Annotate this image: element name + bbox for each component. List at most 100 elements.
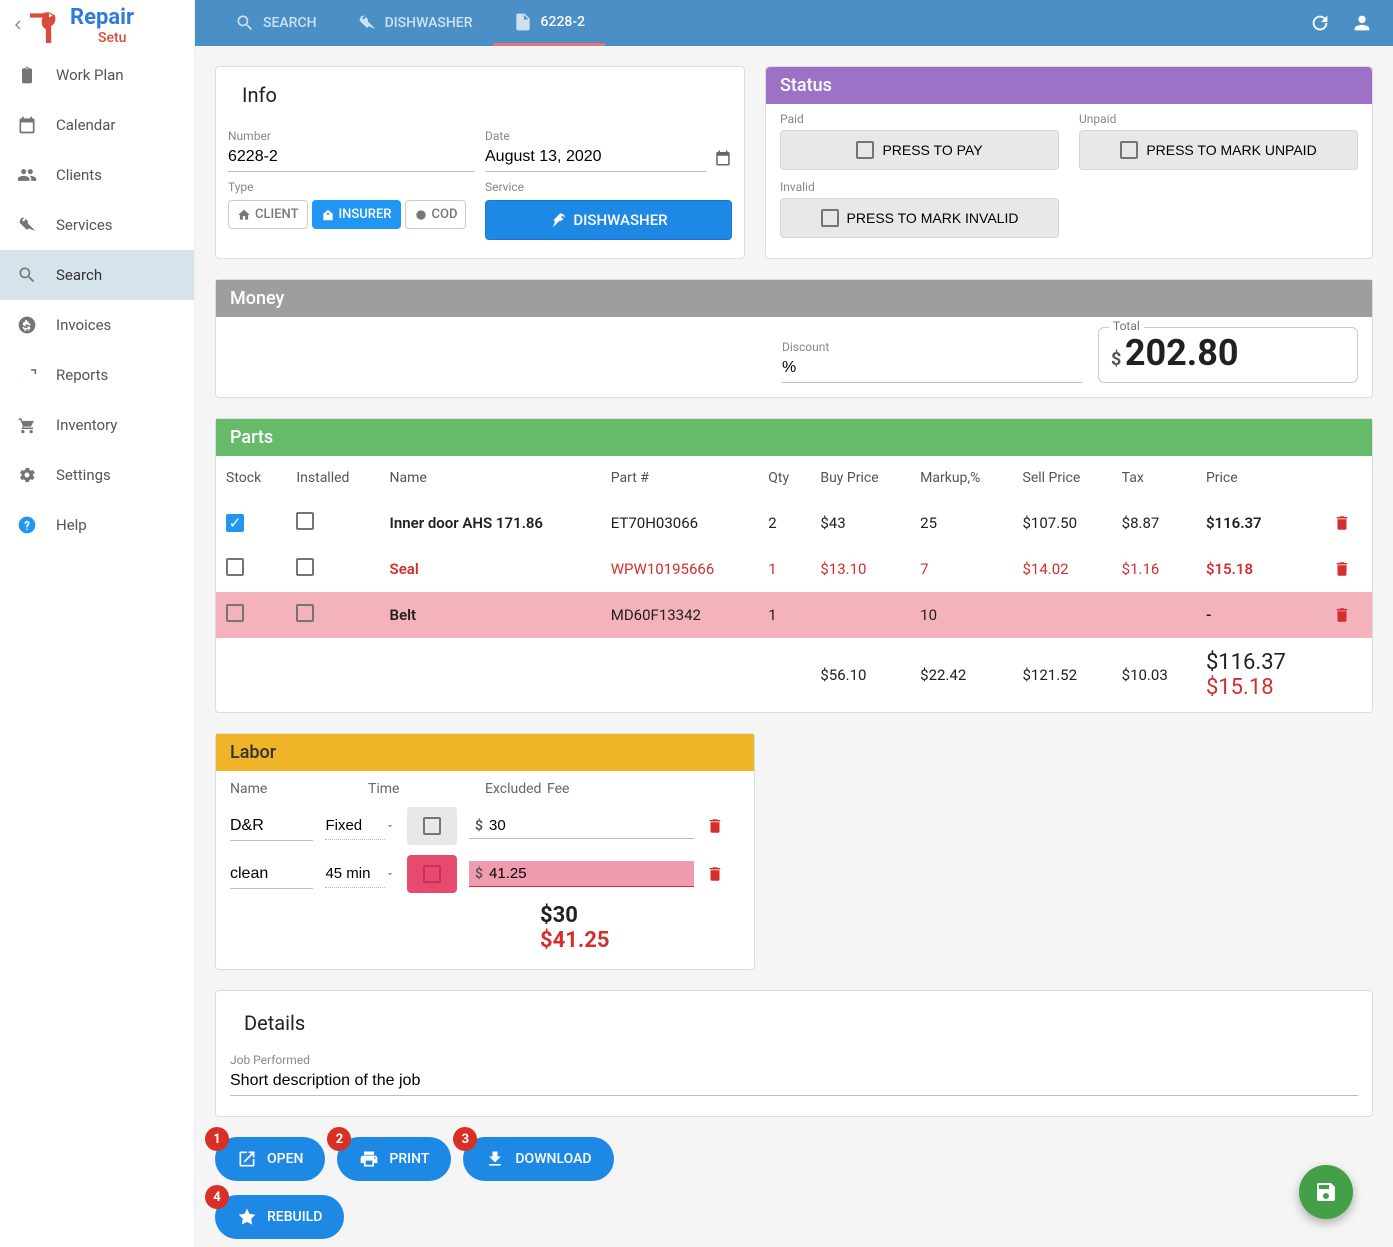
user-icon[interactable] xyxy=(1351,12,1373,34)
discount-label: Discount xyxy=(782,340,1082,354)
sidebar-item-services[interactable]: Services xyxy=(0,200,194,250)
details-card: Details Job Performed xyxy=(215,990,1373,1117)
logo-text: Repair Setu xyxy=(70,5,134,46)
open-icon xyxy=(237,1149,257,1169)
details-title: Details xyxy=(230,1001,1358,1045)
delete-icon[interactable] xyxy=(1333,606,1362,624)
tab-dishwasher[interactable]: DISHWASHER xyxy=(337,0,493,46)
stock-checkbox[interactable] xyxy=(226,604,244,622)
press-invalid-button[interactable]: PRESS TO MARK INVALID xyxy=(780,198,1059,238)
save-icon xyxy=(1314,1180,1338,1204)
chevron-left-icon[interactable] xyxy=(10,17,26,33)
money-title: Money xyxy=(216,280,1372,317)
type-label: Type xyxy=(228,180,475,194)
sidebar-item-work-plan[interactable]: Work Plan xyxy=(0,50,194,100)
job-label: Job Performed xyxy=(230,1053,1358,1067)
stock-checkbox[interactable]: ✓ xyxy=(226,514,244,532)
table-row: BeltMD60F13342110- xyxy=(216,592,1372,638)
badge: 3 xyxy=(453,1127,477,1151)
labor-time-select[interactable] xyxy=(325,860,384,888)
sidebar-item-label: Services xyxy=(56,216,113,234)
main: SEARCHDISHWASHER6228-2 Info Number Type … xyxy=(195,0,1393,1247)
labor-name-input[interactable] xyxy=(230,860,313,889)
paid-label: Paid xyxy=(780,112,1059,126)
gear-icon xyxy=(17,465,37,485)
download-button[interactable]: 3DOWNLOAD xyxy=(463,1137,613,1181)
stock-checkbox[interactable] xyxy=(226,558,244,576)
delete-icon[interactable] xyxy=(706,865,740,883)
service-button[interactable]: DISHWASHER xyxy=(485,200,732,240)
delete-icon[interactable] xyxy=(1333,514,1362,532)
sidebar-item-label: Invoices xyxy=(56,316,111,334)
date-input[interactable] xyxy=(485,143,706,172)
badge: 4 xyxy=(205,1185,229,1209)
badge: 2 xyxy=(327,1127,351,1151)
installed-checkbox[interactable] xyxy=(296,512,314,530)
sidebar-item-help[interactable]: Help xyxy=(0,500,194,550)
sidebar-item-reports[interactable]: Reports xyxy=(0,350,194,400)
total-box: Total $ 202.80 xyxy=(1098,327,1358,383)
parts-table: StockInstalledNamePart #QtyBuy PriceMark… xyxy=(216,456,1372,712)
logo-row: Repair Setu xyxy=(0,0,194,50)
sidebar-item-invoices[interactable]: Invoices xyxy=(0,300,194,350)
job-input[interactable] xyxy=(230,1067,1358,1096)
money-card: Money Discount Total $ 202.80 xyxy=(215,279,1373,398)
wrench-icon xyxy=(549,211,567,229)
calendar-icon[interactable] xyxy=(714,148,732,168)
info-title: Info xyxy=(228,73,732,117)
tab-search[interactable]: SEARCH xyxy=(215,0,337,46)
tab-6228-2[interactable]: 6228-2 xyxy=(493,0,606,46)
labor-name-input[interactable] xyxy=(230,812,313,841)
refresh-icon[interactable] xyxy=(1309,12,1331,34)
unpaid-label: Unpaid xyxy=(1079,112,1358,126)
sidebar-item-calendar[interactable]: Calendar xyxy=(0,100,194,150)
sidebar: Repair Setu Work Plan Calendar Clients Serv… xyxy=(0,0,195,1247)
type-toggle-client[interactable]: CLIENT xyxy=(228,200,308,229)
labor-time-select[interactable] xyxy=(325,812,384,840)
badge: 1 xyxy=(205,1127,229,1151)
total-value: 202.80 xyxy=(1125,332,1239,374)
delete-icon[interactable] xyxy=(706,817,740,835)
sidebar-item-label: Work Plan xyxy=(56,66,124,84)
fee-input[interactable] xyxy=(489,865,688,882)
rebuild-button[interactable]: 4REBUILD xyxy=(215,1195,344,1239)
help-icon xyxy=(17,515,37,535)
sidebar-item-search[interactable]: Search xyxy=(0,250,194,300)
sidebar-item-label: Settings xyxy=(56,466,111,484)
sidebar-item-label: Calendar xyxy=(56,116,116,134)
labor-row: $ xyxy=(230,855,740,893)
checkbox-icon xyxy=(856,141,874,159)
excluded-checkbox[interactable] xyxy=(407,807,457,845)
sidebar-item-clients[interactable]: Clients xyxy=(0,150,194,200)
parts-title: Parts xyxy=(216,419,1372,456)
labor-total-1: $30 xyxy=(540,903,740,928)
installed-checkbox[interactable] xyxy=(296,604,314,622)
press-unpaid-button[interactable]: PRESS TO MARK UNPAID xyxy=(1079,130,1358,170)
fee-input[interactable] xyxy=(489,817,688,834)
nav-list: Work Plan Calendar Clients Services Search In… xyxy=(0,50,194,550)
invalid-label: Invalid xyxy=(780,180,1059,194)
table-row: ✓Inner door AHS 171.86ET70H030662$4325$1… xyxy=(216,500,1372,546)
number-label: Number xyxy=(228,129,475,143)
info-card: Info Number Type CLIENTINSURERCOD Date xyxy=(215,66,745,259)
labor-title: Labor xyxy=(216,734,754,771)
installed-checkbox[interactable] xyxy=(296,558,314,576)
date-label: Date xyxy=(485,129,732,143)
people-icon xyxy=(17,165,37,185)
save-fab[interactable] xyxy=(1299,1165,1353,1219)
status-title: Status xyxy=(766,67,1372,104)
sidebar-item-inventory[interactable]: Inventory xyxy=(0,400,194,450)
open-button[interactable]: 1OPEN xyxy=(215,1137,325,1181)
print-icon xyxy=(359,1149,379,1169)
discount-input[interactable] xyxy=(782,354,1082,383)
status-card: Status Paid PRESS TO PAY Unpaid PRESS TO… xyxy=(765,66,1373,259)
wrench-icon xyxy=(357,13,377,33)
delete-icon[interactable] xyxy=(1333,560,1362,578)
type-toggle-cod[interactable]: COD xyxy=(405,200,467,229)
type-toggle-insurer[interactable]: INSURER xyxy=(312,200,401,229)
press-pay-button[interactable]: PRESS TO PAY xyxy=(780,130,1059,170)
excluded-checkbox[interactable] xyxy=(407,855,457,893)
print-button[interactable]: 2PRINT xyxy=(337,1137,451,1181)
number-input[interactable] xyxy=(228,143,475,172)
sidebar-item-settings[interactable]: Settings xyxy=(0,450,194,500)
